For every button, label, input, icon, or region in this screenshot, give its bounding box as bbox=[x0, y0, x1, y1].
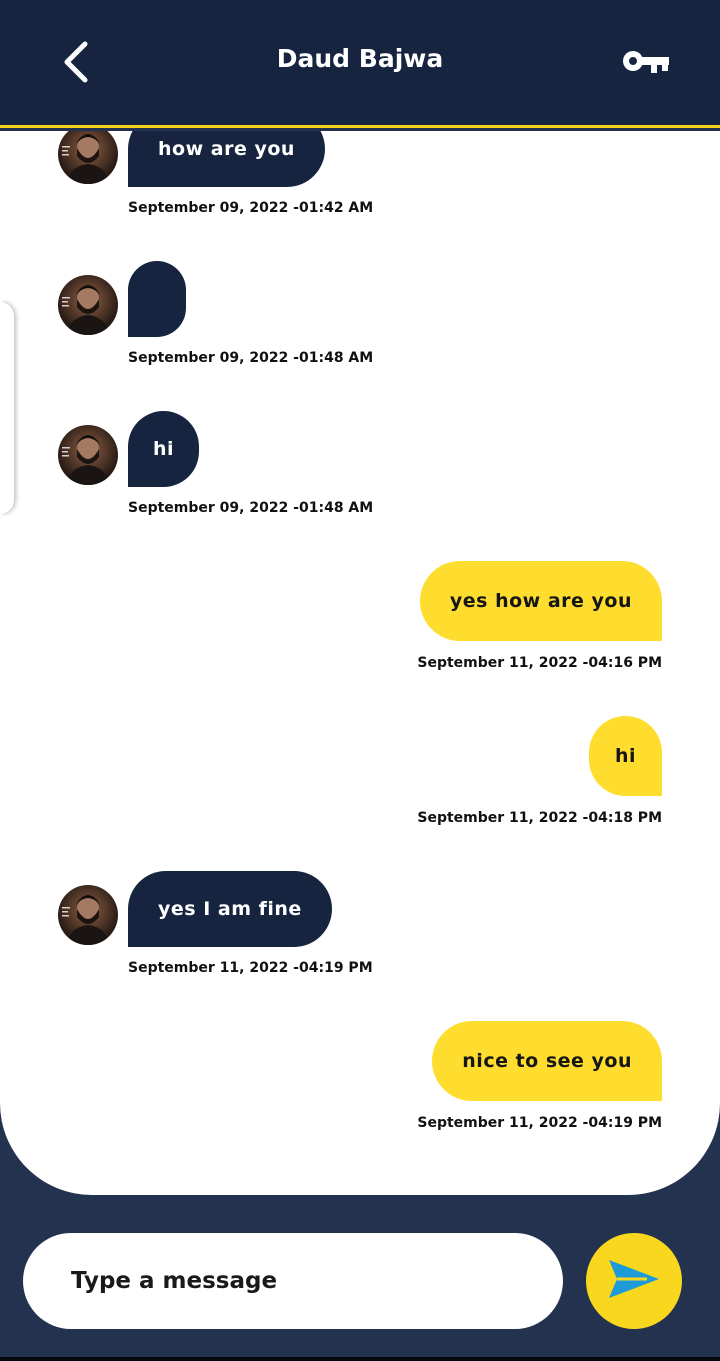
message-timestamp: September 11, 2022 -04:16 PM bbox=[417, 655, 662, 671]
message-timestamp: September 11, 2022 -04:19 PM bbox=[417, 1115, 662, 1131]
key-icon bbox=[621, 46, 671, 80]
message-bubble-incoming[interactable] bbox=[128, 261, 186, 337]
message-bubble-outgoing[interactable]: yes how are you bbox=[419, 561, 662, 641]
send-icon bbox=[607, 1256, 661, 1306]
system-navigation-bar bbox=[0, 1357, 720, 1361]
message-timestamp: September 11, 2022 -04:19 PM bbox=[128, 960, 373, 976]
message-bubble-outgoing[interactable]: nice to see you bbox=[432, 1021, 662, 1101]
send-button[interactable] bbox=[586, 1233, 682, 1329]
message-list[interactable]: how are you September 09, 2022 -01:42 AM… bbox=[0, 131, 720, 1195]
avatar[interactable] bbox=[58, 425, 118, 485]
message-timestamp: September 09, 2022 -01:48 AM bbox=[128, 500, 374, 516]
message-bubble-outgoing[interactable]: hi bbox=[589, 716, 662, 796]
avatar[interactable] bbox=[58, 275, 118, 335]
contact-name: Daud Bajwa bbox=[276, 44, 444, 73]
message-timestamp: September 09, 2022 -01:48 AM bbox=[128, 350, 374, 366]
message-input[interactable] bbox=[23, 1233, 563, 1329]
message-timestamp: September 09, 2022 -01:42 AM bbox=[128, 200, 374, 216]
avatar[interactable] bbox=[58, 885, 118, 945]
side-drawer-handle[interactable] bbox=[0, 302, 14, 514]
message-bubble-incoming[interactable]: hi bbox=[128, 411, 199, 487]
avatar[interactable] bbox=[58, 131, 118, 184]
key-button[interactable] bbox=[618, 44, 674, 82]
message-bubble-incoming[interactable]: yes I am fine bbox=[128, 871, 332, 947]
message-timestamp: September 11, 2022 -04:18 PM bbox=[417, 810, 662, 826]
message-bubble-incoming[interactable]: how are you bbox=[128, 131, 325, 187]
chat-header: Daud Bajwa bbox=[0, 0, 720, 128]
